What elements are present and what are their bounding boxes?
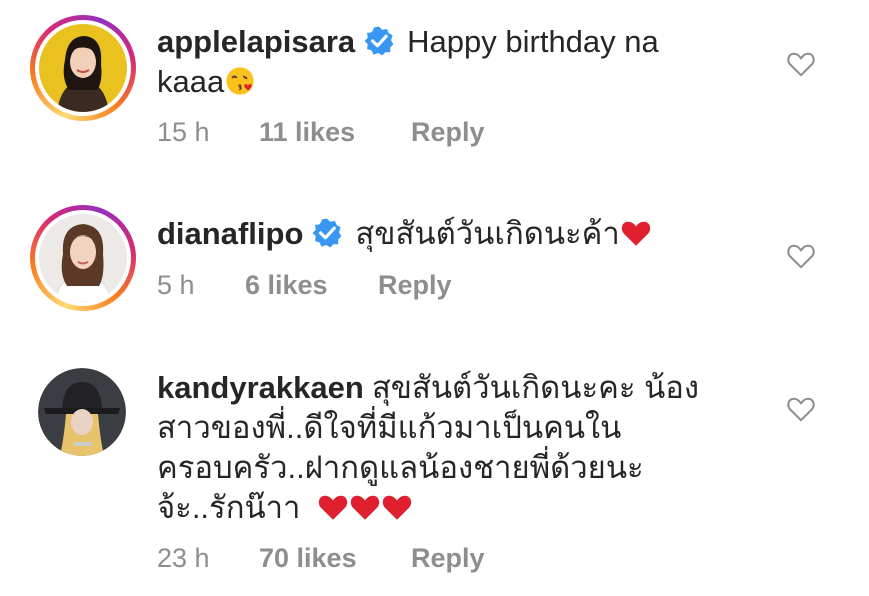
likes-count[interactable]: 11 likes: [259, 117, 411, 148]
reply-button[interactable]: Reply: [411, 117, 485, 148]
reply-button[interactable]: Reply: [411, 543, 485, 574]
comment-text: kandyrakkaen สุขสันต์วันเกิดนะคะ น้องสาวข…: [157, 368, 717, 528]
story-ring[interactable]: [30, 205, 136, 311]
red-heart-emoji-icon: [318, 495, 348, 520]
comment-meta: 23 h 70 likes Reply: [157, 543, 485, 574]
comment-meta: 15 h 11 likes Reply: [157, 117, 485, 148]
red-heart-emoji-icon: [382, 495, 412, 520]
reply-button[interactable]: Reply: [378, 270, 452, 301]
like-heart-icon[interactable]: [786, 50, 816, 78]
kissing-heart-emoji-icon: [226, 67, 254, 95]
verified-badge-icon: [364, 26, 394, 56]
comment-username[interactable]: kandyrakkaen: [157, 370, 364, 405]
avatar: [38, 368, 126, 456]
red-heart-emoji-icon: [621, 221, 651, 246]
comment-meta: 5 h 6 likes Reply: [157, 270, 452, 301]
avatar-wrapper[interactable]: [38, 368, 126, 456]
comment-text: dianaflipo สุขสันต์วันเกิดนะค้า: [157, 214, 717, 254]
like-heart-icon[interactable]: [786, 242, 816, 270]
verified-badge-icon: [312, 218, 342, 248]
comment-username[interactable]: applelapisara: [157, 24, 355, 59]
likes-count[interactable]: 6 likes: [245, 270, 378, 301]
avatar: [39, 214, 127, 302]
comment-body: สุขสันต์วันเกิดนะค้า: [355, 216, 620, 251]
avatar: [39, 24, 127, 112]
comment-username[interactable]: dianaflipo: [157, 216, 303, 251]
likes-count[interactable]: 70 likes: [259, 543, 411, 574]
comment-time: 23 h: [157, 543, 210, 573]
like-heart-icon[interactable]: [786, 395, 816, 423]
story-ring[interactable]: [30, 15, 136, 121]
comment-time: 5 h: [157, 270, 195, 300]
comment-time: 15 h: [157, 117, 210, 147]
red-heart-emoji-icon: [350, 495, 380, 520]
comment-text: applelapisara Happy birthday na kaaa: [157, 22, 717, 102]
